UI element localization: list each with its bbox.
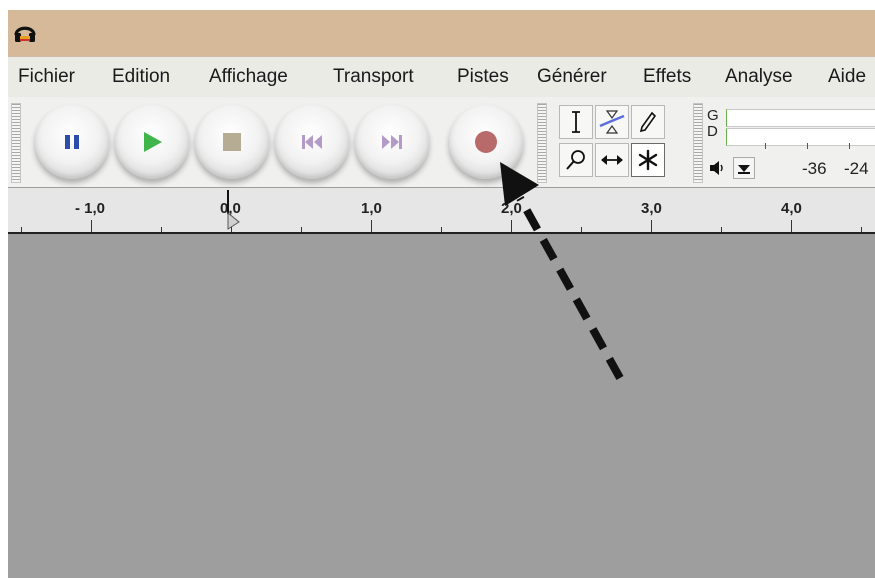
meter-scale-label: -24 (844, 159, 869, 178)
playhead-line[interactable] (227, 190, 229, 214)
ruler-label: 4,0 (781, 200, 802, 217)
meter-left-label: G (707, 107, 719, 124)
stop-button[interactable] (195, 105, 269, 179)
time-shift-tool[interactable] (595, 143, 629, 177)
ruler-minor-tick (721, 227, 722, 232)
ruler-major-tick (511, 220, 512, 232)
menu-edition[interactable]: Edition (112, 66, 170, 88)
chevron-down-icon (738, 165, 750, 174)
multi-tool[interactable] (631, 143, 665, 177)
envelope-tool[interactable] (595, 105, 629, 139)
meter-tick (765, 143, 766, 149)
meter-right-bar[interactable] (726, 128, 875, 146)
meter-toolbar-grip[interactable] (693, 103, 703, 183)
timeline-ruler[interactable]: - 1,0 0,0 1,0 2,0 3,0 4,0 (8, 188, 875, 234)
meter-tick (807, 143, 808, 149)
headphones-icon (14, 26, 36, 42)
speaker-icon (710, 161, 723, 175)
meter-scale-label: -36 (802, 159, 827, 178)
play-icon (144, 132, 162, 152)
envelope-tool-icon (599, 110, 625, 134)
ruler-minor-tick (301, 227, 302, 232)
ruler-major-tick (651, 220, 652, 232)
playhead-marker-icon[interactable] (227, 212, 241, 230)
skip-to-end-icon (382, 135, 402, 149)
ruler-label: 3,0 (641, 200, 662, 217)
zoom-tool[interactable] (559, 143, 593, 177)
menu-pistes[interactable]: Pistes (457, 66, 509, 88)
pause-icon (65, 135, 79, 149)
ruler-label: - 1,0 (75, 200, 106, 217)
zoom-tool-icon (566, 150, 585, 170)
menu-bar: Fichier Edition Affichage Transport Pist… (8, 56, 875, 98)
draw-tool[interactable] (631, 105, 665, 139)
ruler-label: 2,0 (501, 200, 522, 217)
selection-tool-icon (572, 111, 580, 133)
menu-generer[interactable]: Générer (537, 66, 607, 88)
ruler-minor-tick (861, 227, 862, 232)
menu-effets[interactable]: Effets (643, 66, 691, 88)
meter-options-dropdown[interactable] (733, 157, 755, 179)
meter-tick (849, 143, 850, 149)
record-icon (475, 131, 497, 153)
time-shift-tool-icon (601, 155, 623, 165)
draw-tool-icon (639, 111, 657, 133)
audacity-window: Fichier Edition Affichage Transport Pist… (8, 10, 875, 578)
menu-aide[interactable]: Aide (828, 66, 866, 88)
skip-to-start-button[interactable] (275, 105, 349, 179)
ruler-minor-tick (441, 227, 442, 232)
menu-analyse[interactable]: Analyse (725, 66, 793, 88)
play-button[interactable] (115, 105, 189, 179)
title-bar (8, 10, 875, 56)
menu-fichier[interactable]: Fichier (18, 66, 75, 88)
meter-left-bar[interactable] (726, 109, 875, 127)
skip-to-end-button[interactable] (355, 105, 429, 179)
multi-tool-icon (638, 149, 658, 171)
ruler-minor-tick (21, 227, 22, 232)
ruler-major-tick (791, 220, 792, 232)
stop-icon (223, 133, 241, 151)
menu-affichage[interactable]: Affichage (209, 66, 288, 88)
ruler-label: 1,0 (361, 200, 382, 217)
ruler-major-tick (371, 220, 372, 232)
ruler-minor-tick (581, 227, 582, 232)
toolbar: G D -36 -24 (8, 97, 875, 187)
meter-right-label: D (707, 123, 718, 140)
ruler-major-tick (91, 220, 92, 232)
selection-tool[interactable] (559, 105, 593, 139)
transport-toolbar-grip[interactable] (11, 103, 21, 183)
tools-toolbar-grip[interactable] (537, 103, 547, 183)
ruler-minor-tick (161, 227, 162, 232)
record-button[interactable] (449, 105, 523, 179)
track-area[interactable] (8, 234, 875, 578)
skip-to-start-icon (302, 135, 322, 149)
menu-transport[interactable]: Transport (333, 66, 414, 88)
pause-button[interactable] (35, 105, 109, 179)
